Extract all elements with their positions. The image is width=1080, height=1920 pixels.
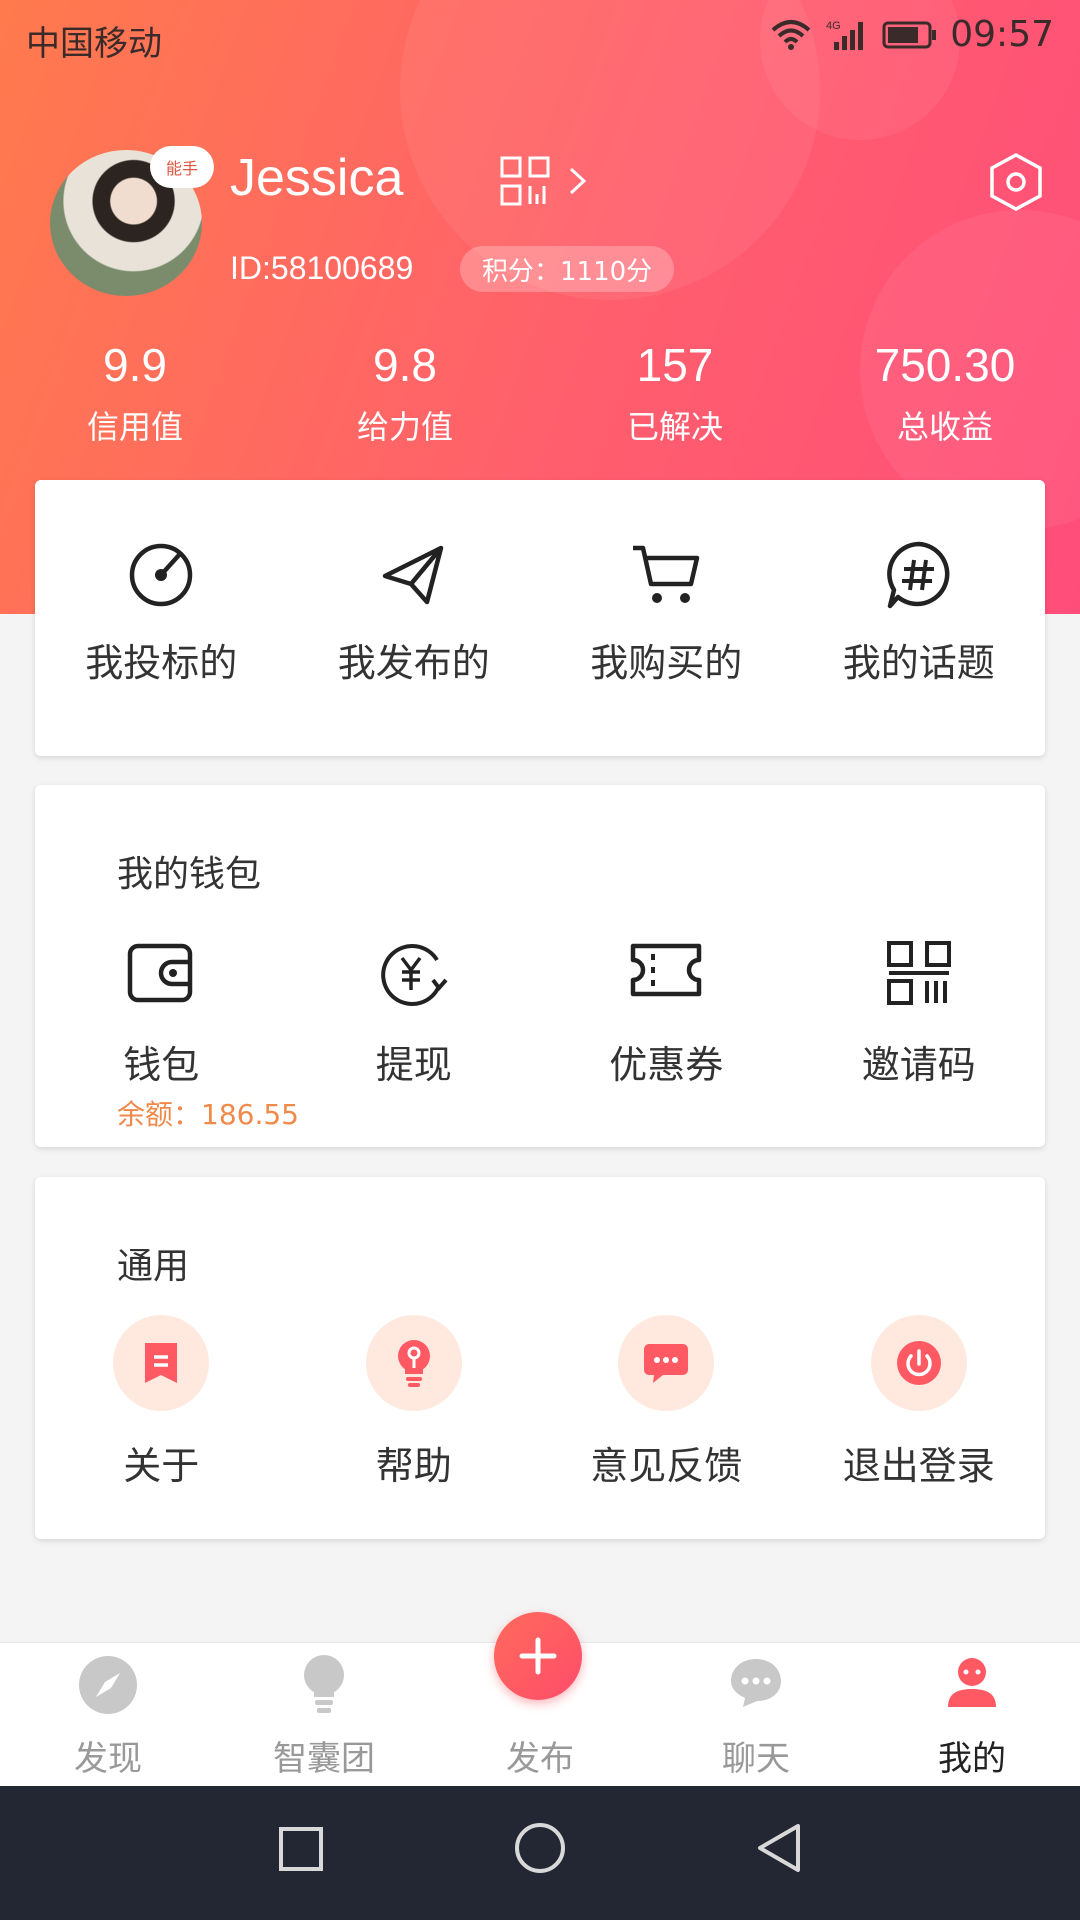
settings-icon[interactable] (988, 152, 1044, 212)
bulb-icon (304, 1655, 344, 1713)
stat-income[interactable]: 750.30 总收益 (810, 338, 1080, 448)
my-bids-button[interactable]: 我投标的 (35, 540, 288, 687)
plus-icon (519, 1637, 557, 1675)
bid-icon (130, 543, 193, 607)
status-bar: 中国移动 4G 09:57 (0, 0, 1080, 74)
bulb-icon (397, 1340, 430, 1387)
user-icon (948, 1658, 996, 1707)
about-button[interactable]: 关于 (35, 1315, 288, 1490)
network-type: 4G (826, 20, 841, 32)
username: Jessica (230, 149, 404, 207)
my-qrcode-button[interactable] (500, 156, 590, 206)
signal-icon: 4G (826, 20, 864, 50)
general-card: 通用 关于 帮助 意见反馈 退出登录 (35, 1177, 1045, 1539)
logout-button[interactable]: 退出登录 (793, 1315, 1046, 1490)
wallet-icon (128, 943, 193, 1003)
bookmark-icon (145, 1343, 178, 1383)
my-purchases-button[interactable]: 我购买的 (540, 540, 793, 687)
carrier-name: 中国移动 (26, 24, 162, 64)
wallet-balance: 余额：186.55 (117, 1098, 299, 1131)
help-button[interactable]: 帮助 (288, 1315, 541, 1490)
stats-row: 9.9 信用值 9.8 给力值 157 已解决 750.30 总收益 (0, 338, 1080, 448)
tab-mine[interactable]: 我的 (864, 1643, 1080, 1787)
stat-solved[interactable]: 157 已解决 (540, 338, 810, 448)
withdraw-button[interactable]: 提现 (288, 940, 541, 1089)
tab-think-tank[interactable]: 智囊团 (216, 1643, 432, 1787)
wallet-button[interactable]: 钱包 (35, 940, 288, 1089)
ticket-icon (631, 943, 702, 997)
coupons-button[interactable]: 优惠券 (540, 940, 793, 1089)
points-badge: 积分：1110分 (460, 246, 675, 292)
paper-plane-icon (382, 545, 443, 605)
tab-discover[interactable]: 发现 (0, 1643, 216, 1787)
cart-icon (633, 545, 700, 603)
invite-code-button[interactable]: 邀请码 (793, 940, 1046, 1089)
chat-icon (731, 1659, 781, 1707)
my-posts-button[interactable]: 我发布的 (288, 540, 541, 687)
compass-icon (79, 1656, 137, 1714)
my-topics-button[interactable]: 我的话题 (793, 540, 1046, 687)
quick-actions-card: 我投标的 我发布的 我购买的 我的话题 (35, 480, 1045, 756)
qrcode-icon (886, 941, 951, 1005)
wifi-icon (771, 19, 811, 50)
publish-button[interactable] (494, 1612, 582, 1700)
home-icon[interactable] (514, 1822, 566, 1874)
wallet-title: 我的钱包 (117, 854, 262, 895)
clock: 09:57 (950, 14, 1054, 55)
battery-icon (882, 21, 937, 48)
stat-credit[interactable]: 9.9 信用值 (0, 338, 270, 448)
general-title: 通用 (117, 1246, 190, 1287)
qrcode-icon (500, 156, 550, 206)
system-nav-bar (0, 1786, 1080, 1920)
tab-chat[interactable]: 聊天 (648, 1643, 864, 1787)
recent-apps-icon[interactable] (278, 1826, 324, 1872)
chevron-right-icon (569, 167, 587, 195)
back-icon[interactable] (756, 1822, 802, 1874)
yuan-withdraw-icon (380, 944, 448, 1006)
level-badge: 能手 (150, 146, 214, 188)
wallet-card: 我的钱包 钱包 提现 优惠券 邀请码 余额：186.55 (35, 785, 1045, 1147)
hashtag-icon (886, 541, 950, 609)
user-id: ID:58100689 (230, 250, 414, 286)
stat-effort[interactable]: 9.8 给力值 (270, 338, 540, 448)
chat-dots-icon (644, 1344, 689, 1383)
feedback-button[interactable]: 意见反馈 (540, 1315, 793, 1490)
power-icon (896, 1341, 941, 1385)
